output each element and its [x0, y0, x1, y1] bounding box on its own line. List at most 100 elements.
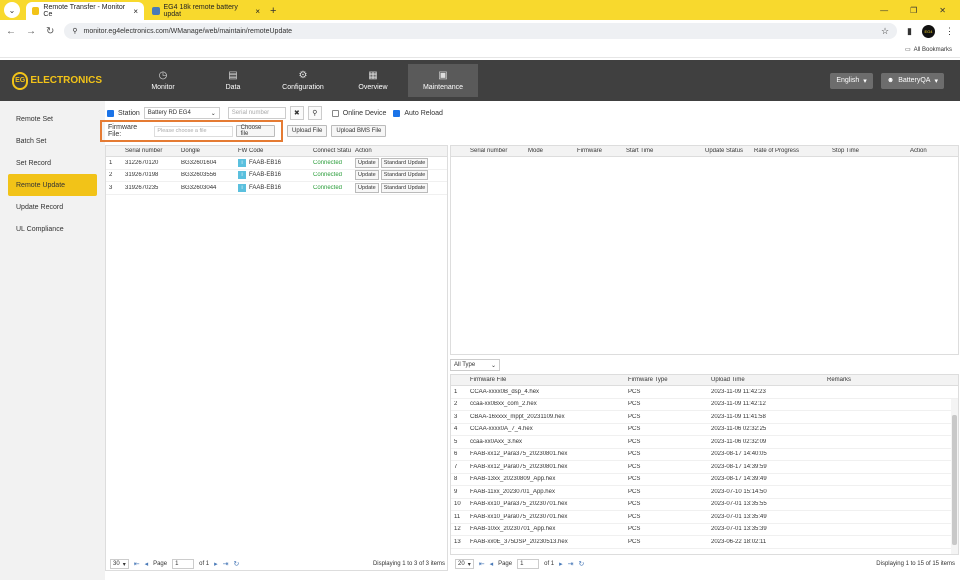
maximize-icon[interactable]: ❐ [910, 6, 917, 15]
table-row[interactable]: 4 CCAA-xxxx0A_7_4.hex PCS 2023-11-06 02:32:… [451, 424, 958, 436]
standard-update-button[interactable]: Standard Update [380, 157, 429, 168]
online-device-checkbox[interactable] [331, 109, 339, 117]
sidebar-item-ul-compliance[interactable]: UL Compliance [0, 218, 105, 240]
address-bar[interactable]: ⚲ monitor.eg4electronics.com/WManage/web… [64, 23, 898, 39]
column-header[interactable]: Firmware File [467, 377, 625, 383]
close-window-icon[interactable]: ✕ [939, 6, 946, 15]
nav-monitor[interactable]: ◷ Monitor [128, 64, 198, 97]
standard-update-button[interactable]: Standard Update [380, 170, 429, 181]
update-button[interactable]: Update [355, 182, 379, 193]
nav-data[interactable]: ▤ Data [198, 64, 268, 97]
reload-icon[interactable]: ↻ [46, 26, 54, 37]
sidebar-item-set-record[interactable]: Set Record [0, 152, 105, 174]
station-checkbox[interactable] [107, 109, 114, 117]
table-row[interactable]: 7 FAAB-xx12_Para075_20230801.hex PCS 2023-0… [451, 461, 958, 474]
table-row[interactable]: 13 FAAB-xx0E_375DSP_20230513.hex PCS 2023-0… [451, 536, 958, 549]
close-tab-icon[interactable]: × [255, 7, 260, 16]
table-row[interactable]: 1 CCAA-xxxx0B_dsp_4.hex PCS 2023-11-09 11:4… [451, 386, 958, 399]
update-button[interactable]: Update [355, 170, 379, 181]
station-select[interactable]: Battery RD EG4 ⌄ [143, 107, 220, 119]
table-row[interactable]: 10 FAAB-xx10_Para375_20230701.hex PCS 2023-… [451, 499, 958, 511]
table-row[interactable]: 12 FAAB-10xx_20230701_App.hex PCS 2023-07-0… [451, 524, 958, 536]
info-icon[interactable]: i [238, 171, 246, 180]
table-row[interactable]: 8 FAAB-13xx_20230809_App.hex PCS 2023-08-17… [451, 474, 958, 486]
table-row[interactable]: 11 FAAB-xx10_Para075_20230701.hex PCS 2023-… [451, 511, 958, 524]
column-header[interactable]: Update Status [702, 148, 751, 154]
page-size-select[interactable]: 20 ▾ [455, 559, 474, 569]
column-header[interactable]: Stop Time [829, 148, 907, 154]
info-icon[interactable]: i [238, 183, 246, 192]
sidebar-item-remote-update[interactable]: Remote Update [8, 174, 97, 196]
next-page-icon[interactable]: ▸ [559, 560, 563, 568]
column-header[interactable]: FW Code [235, 148, 310, 154]
last-page-icon[interactable]: ⇥ [223, 560, 229, 568]
column-header[interactable]: Start Time [623, 148, 702, 154]
firmware-file-input[interactable]: Please choose a file [154, 125, 233, 137]
browser-tab-active[interactable]: Remote Transfer - Monitor Ce × [26, 2, 144, 20]
prev-page-icon[interactable]: ◂ [145, 560, 149, 568]
next-page-icon[interactable]: ▸ [214, 560, 218, 568]
column-header[interactable]: Firmware [574, 148, 623, 154]
user-menu[interactable]: ☻ BatteryQA ▾ [880, 72, 944, 89]
table-row[interactable]: 6 FAAB-xx12_Para375_20230801.hex PCS 2023-0… [451, 449, 958, 461]
browser-menu-icon[interactable]: ⋮ [945, 26, 954, 37]
scrollbar-thumb[interactable] [952, 415, 957, 545]
table-row[interactable]: 3 3192670235 BG32603044 i FAAB-EB16 Conne… [106, 182, 447, 195]
first-page-icon[interactable]: ⇤ [134, 560, 140, 568]
all-bookmarks-link[interactable]: All Bookmarks [914, 47, 952, 53]
refresh-icon[interactable]: ↻ [579, 560, 585, 568]
sidebar-item-update-record[interactable]: Update Record [0, 196, 105, 218]
browser-tab[interactable]: EG4 18k remote battery updat × [146, 2, 266, 20]
forward-icon[interactable]: → [26, 26, 36, 37]
new-tab-icon[interactable]: + [270, 5, 276, 17]
sidebar-item-remote-set[interactable]: Remote Set [0, 108, 105, 130]
last-page-icon[interactable]: ⇥ [568, 560, 574, 568]
close-tab-icon[interactable]: × [133, 7, 138, 16]
search-icon[interactable]: ⚲ [307, 106, 322, 120]
standard-update-button[interactable]: Standard Update [380, 182, 429, 193]
update-button[interactable]: Update [355, 157, 379, 168]
choose-file-button[interactable]: Choose file [235, 125, 275, 137]
page-input[interactable]: 1 [172, 559, 195, 569]
column-header[interactable]: Serial number [122, 148, 178, 154]
column-header[interactable]: Upload Time [708, 377, 824, 383]
column-header[interactable]: Rate of Progress [751, 148, 829, 154]
serial-search-input[interactable]: Serial number [227, 107, 286, 119]
page-input[interactable]: 1 [517, 559, 540, 569]
table-row[interactable]: 9 FAAB-11xx_20230701_App.hex PCS 2023-07-10… [451, 486, 958, 499]
tab-search-icon[interactable]: ⌄ [4, 2, 20, 18]
clear-icon[interactable]: ✖ [289, 106, 304, 120]
side-panel-icon[interactable]: ▮ [907, 26, 912, 37]
back-icon[interactable]: ← [6, 26, 16, 37]
nav-configuration[interactable]: ⚙ Configuration [268, 64, 338, 97]
column-header[interactable]: Connect Statu [310, 148, 352, 154]
column-header[interactable]: Serial number [467, 148, 525, 154]
first-page-icon[interactable]: ⇤ [479, 560, 485, 568]
nav-maintenance[interactable]: ▣ Maintenance [408, 64, 478, 97]
table-row[interactable]: 5 ccaa-xx0Axx_3.hex PCS 2023-11-06 02:32:09 [451, 436, 958, 449]
profile-avatar[interactable]: EG4 [922, 24, 935, 38]
page-size-select[interactable]: 30 ▾ [110, 559, 129, 569]
info-icon[interactable]: i [238, 158, 246, 167]
prev-page-icon[interactable]: ◂ [490, 560, 494, 568]
bookmark-star-icon[interactable]: ☆ [881, 26, 889, 37]
site-info-icon[interactable]: ⚲ [72, 27, 77, 35]
table-row[interactable]: 3 CBAA-16xxxx_mppt_20231109.hex PCS 2023-11… [451, 411, 958, 424]
refresh-icon[interactable]: ↻ [234, 560, 240, 568]
auto-reload-checkbox[interactable] [393, 109, 401, 117]
column-header[interactable]: Firmware Type [625, 377, 708, 383]
sidebar-item-batch-set[interactable]: Batch Set [0, 130, 105, 152]
language-select[interactable]: English ▾ [830, 72, 873, 89]
eg4-logo[interactable]: EG ELECTRONICS [12, 71, 102, 90]
column-header[interactable]: Remarks [824, 377, 952, 383]
upload-file-button[interactable]: Upload File [287, 125, 328, 137]
minimize-icon[interactable]: — [880, 6, 888, 15]
column-header[interactable]: Dongle [178, 148, 235, 154]
table-row[interactable]: 2 3192670198 BG32603556 i FAAB-EB16 Conne… [106, 170, 447, 182]
upload-bms-file-button[interactable]: Upload BMS File [331, 125, 387, 137]
table-row[interactable]: 1 3122670120 BG32601604 i FAAB-EB16 Conne… [106, 157, 447, 170]
table-row[interactable]: 2 ccaa-xx0Bxx_com_2.hex PCS 2023-11-09 11:4… [451, 399, 958, 411]
column-header[interactable]: Mode [525, 148, 574, 154]
firmware-type-select[interactable]: All Type ⌄ [450, 359, 500, 371]
nav-overview[interactable]: ▦ Overview [338, 64, 408, 97]
